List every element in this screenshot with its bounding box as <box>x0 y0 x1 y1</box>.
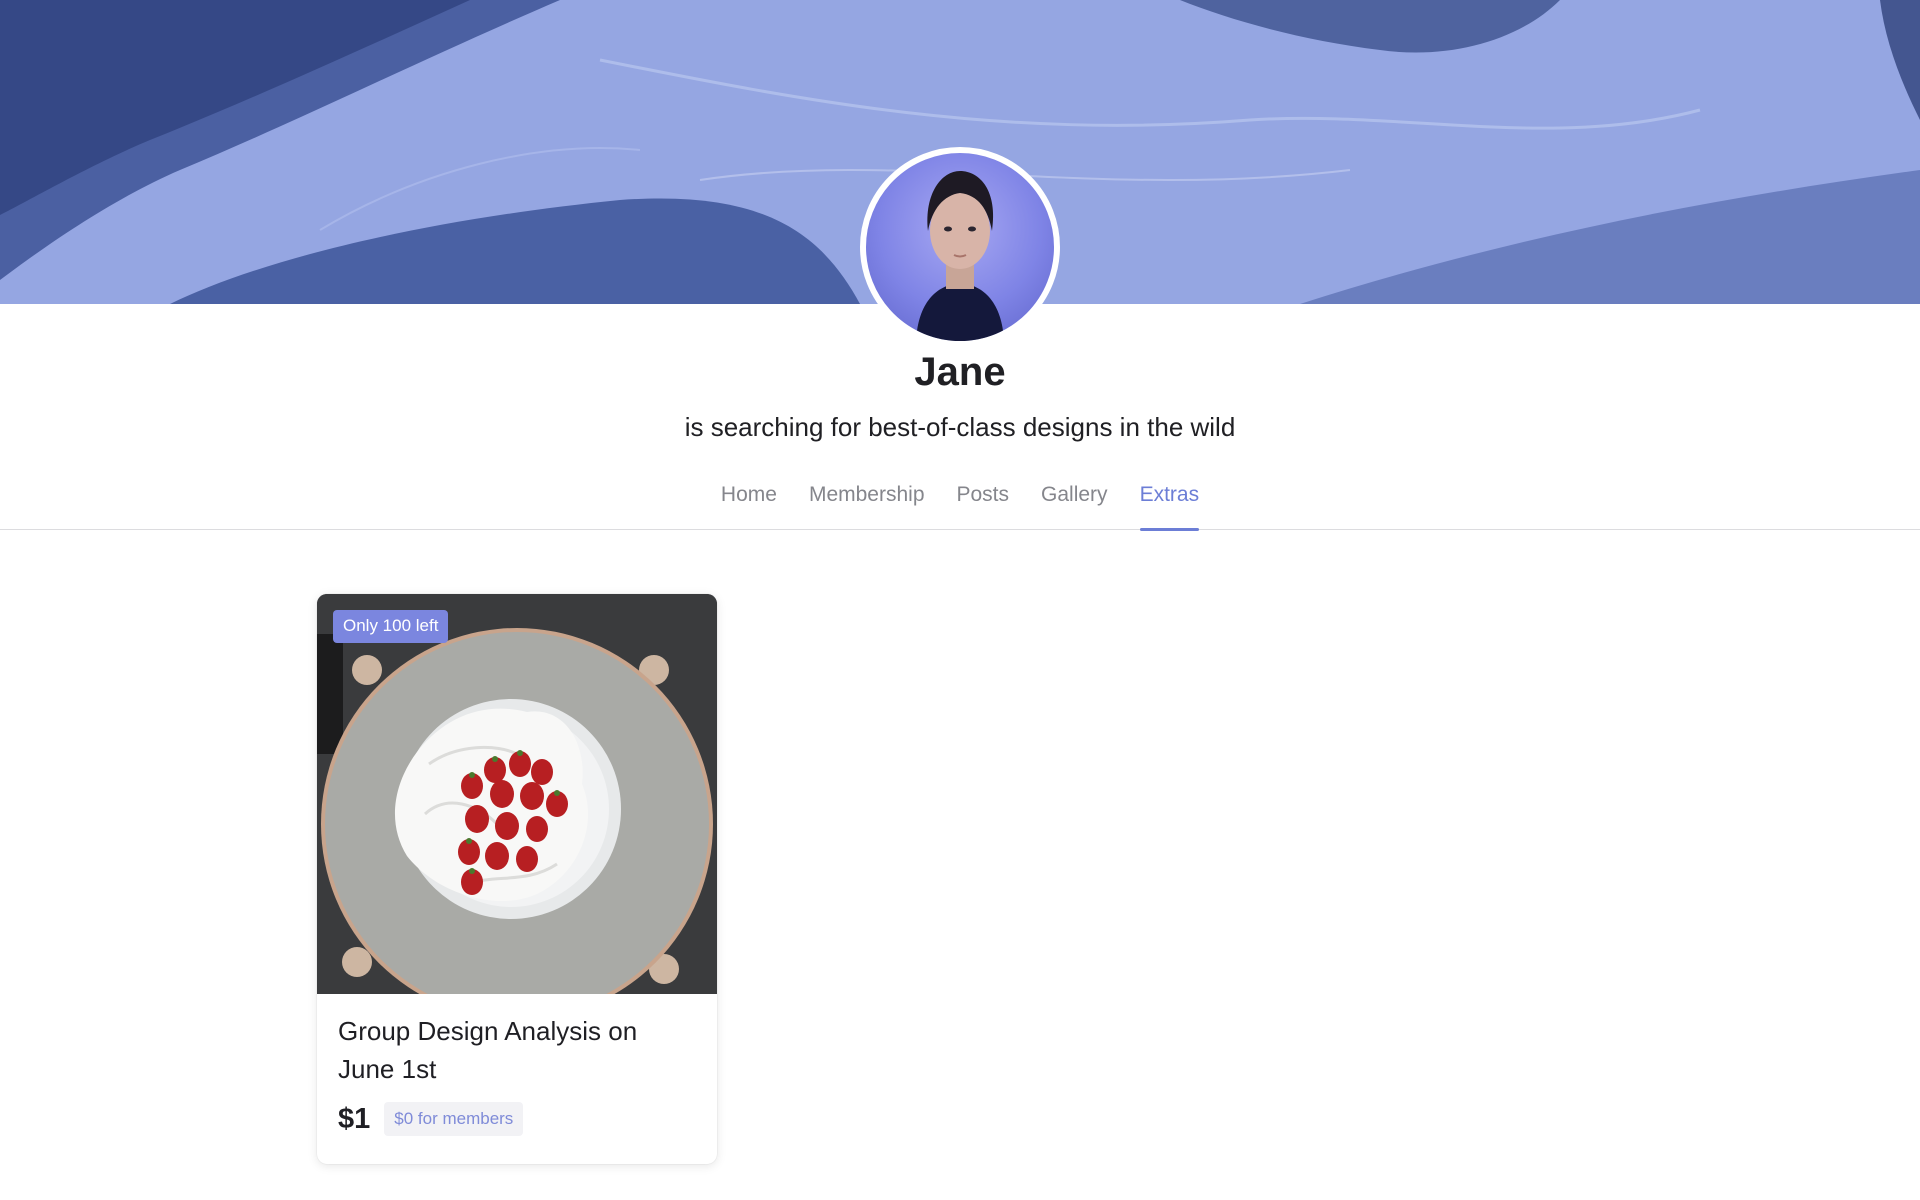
stock-badge: Only 100 left <box>333 610 449 643</box>
product-title[interactable]: Group Design Analysis on June 1st <box>338 1012 698 1088</box>
tab-posts[interactable]: Posts <box>957 470 1010 530</box>
avatar <box>860 147 1060 347</box>
member-price-badge: $0 for members <box>384 1102 524 1136</box>
profile-tabs: Home Membership Posts Gallery Extras <box>0 470 1920 531</box>
tab-extras[interactable]: Extras <box>1139 470 1199 531</box>
product-price: $1 <box>338 1102 371 1135</box>
product-image: Only 100 left <box>317 594 717 994</box>
profile-name: Jane <box>914 350 1006 394</box>
tab-membership[interactable]: Membership <box>809 470 925 530</box>
price-row: $1 $0 for members <box>338 1102 524 1136</box>
profile-tagline: is searching for best-of-class designs i… <box>684 412 1236 442</box>
tab-gallery[interactable]: Gallery <box>1041 470 1108 530</box>
product-card[interactable]: Only 100 left Group Design Analysis on J… <box>317 594 717 1164</box>
tab-home[interactable]: Home <box>721 470 777 530</box>
